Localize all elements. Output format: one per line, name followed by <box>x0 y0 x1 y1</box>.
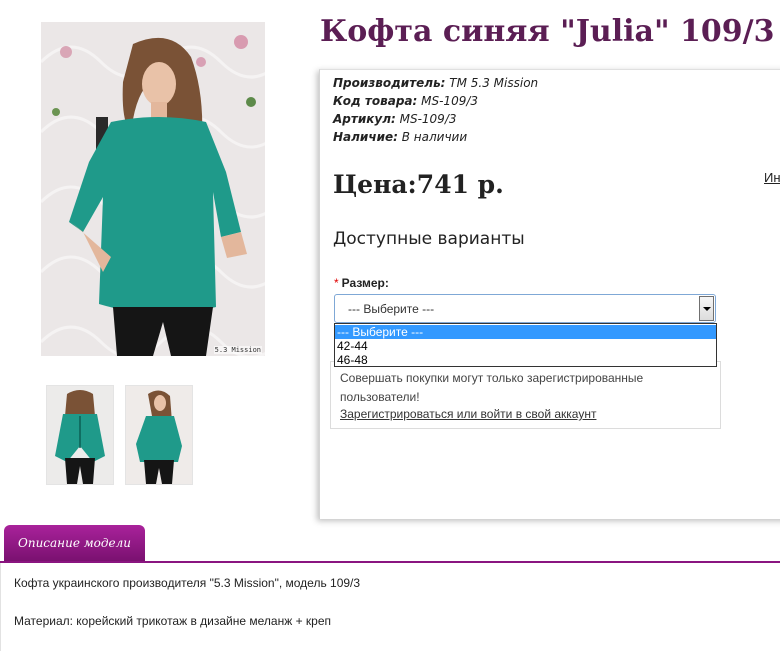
meta-label: Код товара: <box>333 94 418 108</box>
meta-manufacturer: Производитель: ТМ 5.3 Mission <box>333 76 538 90</box>
meta-value: MS-109/3 <box>417 94 479 108</box>
thumbnail-back-illustration <box>47 386 113 484</box>
tab-description[interactable]: Описание модели <box>4 525 145 561</box>
meta-value: ТМ 5.3 Mission <box>445 76 539 90</box>
thumbnail-side-illustration <box>126 386 192 484</box>
meta-label: Артикул: <box>333 112 396 126</box>
required-mark: * <box>334 276 339 290</box>
photo-watermark: 5.3 Mission <box>213 346 262 354</box>
meta-value: В наличии <box>397 130 468 144</box>
description-line: Материал: корейский трикотаж в дизайне м… <box>14 614 332 628</box>
size-option[interactable]: 42-44 <box>335 339 716 353</box>
size-label-text: Размер: <box>341 276 389 290</box>
meta-value: MS-109/3 <box>395 112 457 126</box>
price-label: Цена: <box>333 170 417 199</box>
meta-article: Артикул: MS-109/3 <box>333 112 457 126</box>
size-option[interactable]: 46-48 <box>335 353 716 367</box>
register-login-link[interactable]: Зарегистрироваться или войти в свой акка… <box>340 407 596 421</box>
product-thumbnail-back[interactable] <box>46 385 114 485</box>
size-dropdown-list[interactable]: --- Выберите --- 42-44 46-48 <box>334 323 717 367</box>
meta-product-code: Код товара: MS-109/3 <box>333 94 478 108</box>
chevron-down-icon[interactable] <box>699 296 714 321</box>
product-price: Цена:741 р. <box>333 170 504 199</box>
info-link[interactable]: Ин <box>764 170 780 185</box>
product-title: Кофта синяя "Julia" 109/3 <box>320 14 775 49</box>
product-thumbnail-side[interactable] <box>125 385 193 485</box>
register-notice-text: Совершать покупки могут только зарегистр… <box>340 371 644 404</box>
meta-availability: Наличие: В наличии <box>333 130 467 144</box>
size-option[interactable]: --- Выберите --- <box>335 325 716 339</box>
meta-label: Производитель: <box>333 76 446 90</box>
variants-heading: Доступные варианты <box>333 229 525 249</box>
size-select[interactable]: --- Выберите --- <box>334 294 716 323</box>
product-main-image[interactable]: 5.3 Mission <box>41 22 265 356</box>
register-notice: Совершать покупки могут только зарегистр… <box>330 361 721 429</box>
description-line: Кофта украинского производителя "5.3 Mis… <box>14 576 361 590</box>
meta-label: Наличие: <box>333 130 398 144</box>
price-value: 741 р. <box>416 170 504 199</box>
size-select-value: --- Выберите --- <box>348 302 435 316</box>
size-label: * Размер: <box>334 276 389 290</box>
model-photo-illustration <box>41 22 265 356</box>
